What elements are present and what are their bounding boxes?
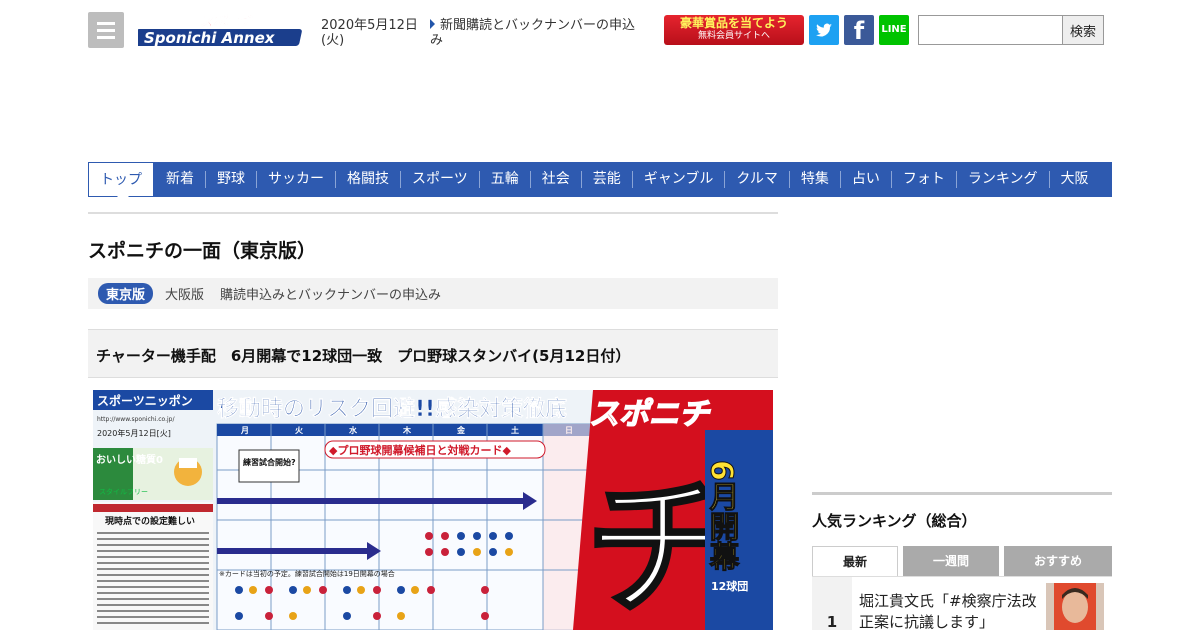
divider bbox=[88, 212, 778, 214]
ranking-tab-recommended[interactable]: おすすめ bbox=[1004, 546, 1112, 576]
front-headline: 移動時のリスク回避!!感染対策徹底 bbox=[217, 396, 567, 422]
front-page-image[interactable]: スポーツニッポン http://www.sponichi.co.jp/ 2020… bbox=[93, 390, 773, 630]
ranking-item[interactable]: 1 堀江貴文氏「#検察庁法改正案に抗議します」 bbox=[812, 576, 1112, 630]
ranking-title: 人気ランキング（総合） bbox=[812, 512, 977, 530]
side-note-text: 現時点での設定難しい bbox=[105, 515, 195, 527]
url-text: http://www.sponichi.co.jp/ bbox=[97, 416, 175, 423]
weekday-1: 火 bbox=[295, 426, 304, 435]
subscription-link[interactable]: 新聞購読とバックナンバーの申込み bbox=[430, 18, 645, 48]
edition-tab-osaka[interactable]: 大阪版 bbox=[165, 284, 204, 303]
sponichi-annex-logo[interactable]: スポニチ Sponichi Annex bbox=[138, 12, 308, 48]
global-nav: トップ 新着 野球 サッカー 格闘技 スポーツ 五輪 社会 芸能 ギャンブル クルマ 特集 占い フォトラ… bbox=[88, 162, 1112, 202]
twitter-bird-icon bbox=[816, 23, 832, 37]
nav-item-8[interactable]: 芸能 bbox=[580, 171, 632, 188]
nav-item-12[interactable]: 占い bbox=[839, 171, 891, 188]
nav-item-1[interactable]: 新着 bbox=[155, 171, 205, 188]
ranking-headline: 堀江貴文氏「#検察庁法改正案に抗議します」 bbox=[859, 592, 1037, 630]
prize-banner[interactable]: 豪華賞品を当てよう 無料会員サイトへ bbox=[664, 15, 804, 45]
weekday-2: 水 bbox=[348, 425, 358, 435]
nav-item-7[interactable]: 社会 bbox=[529, 171, 581, 188]
nav-item-9[interactable]: ギャンブル bbox=[631, 171, 725, 188]
subscription-link-label: 新聞購読とバックナンバーの申込み bbox=[430, 18, 636, 48]
nav-item-15[interactable]: 大阪 bbox=[1048, 171, 1100, 188]
nav-item-4[interactable]: 格闘技 bbox=[335, 171, 400, 188]
facebook-share-button[interactable]: f bbox=[844, 15, 874, 45]
nav-item-13[interactable]: フォト bbox=[890, 171, 956, 188]
date-line-2: (火) bbox=[321, 33, 345, 48]
logo-top-text: スポニチ bbox=[200, 14, 253, 30]
article-headline: チャーター機手配 6月開幕で12球団一致 プロ野球スタンバイ(5月12日付） bbox=[88, 329, 778, 378]
ranking-thumbnail bbox=[1046, 583, 1104, 630]
nav-item-2[interactable]: 野球 bbox=[205, 171, 256, 188]
nav-item-14[interactable]: ランキング bbox=[955, 171, 1049, 188]
calendar-note-text: ※カードは当初の予定。練習試合開始は19日開幕の場合 bbox=[219, 569, 395, 578]
vertical-headline-a: 6月開幕 bbox=[704, 460, 741, 571]
nav-item-3[interactable]: サッカー bbox=[256, 171, 335, 188]
prize-banner-title: 豪華賞品を当てよう bbox=[679, 16, 788, 30]
paper-date-text: 2020年5月12日[火] bbox=[97, 428, 171, 438]
nav-item-6[interactable]: 五輪 bbox=[478, 171, 530, 188]
weekday-4: 金 bbox=[456, 425, 466, 435]
weekday-0: 月 bbox=[240, 426, 249, 435]
search-input[interactable] bbox=[918, 15, 1063, 45]
brand-text: スポニチ bbox=[589, 397, 711, 432]
triangle-bullet-icon bbox=[430, 19, 435, 29]
weekday-3: 木 bbox=[402, 425, 412, 435]
line-share-button[interactable]: LINE bbox=[879, 15, 909, 45]
page: スポニチ Sponichi Annex 2020年5月12日 (火) 新聞購読と… bbox=[0, 0, 1200, 630]
twitter-share-button[interactable] bbox=[809, 15, 839, 45]
ranking-tabs: 最新 一週間 おすすめ bbox=[812, 546, 1112, 576]
edition-tab-tokyo[interactable]: 東京版 bbox=[98, 283, 154, 304]
ad-text: おいしい糖質0 bbox=[96, 453, 163, 466]
prize-banner-subtitle: 無料会員サイトへ bbox=[697, 31, 770, 41]
ad-small-text: スタイルフリー bbox=[99, 487, 148, 496]
schedule-banner-text: ◆プロ野球開幕候補日と対戦カード◆ bbox=[329, 443, 511, 457]
sidebar-divider bbox=[812, 492, 1112, 495]
hamburger-menu-button[interactable] bbox=[88, 12, 124, 48]
page-title: スポニチの一面（東京版） bbox=[88, 240, 317, 262]
search-button[interactable]: 検索 bbox=[1062, 15, 1104, 45]
practice-label-text: 練習試合開始? bbox=[243, 457, 296, 467]
logo-main-text: Sponichi Annex bbox=[144, 29, 276, 47]
edition-subnav: 東京版 大阪版 購読申込みとバックナンバーの申込み bbox=[88, 278, 778, 309]
weekday-5: 土 bbox=[511, 425, 519, 435]
nav-item-0[interactable]: トップ bbox=[88, 162, 154, 202]
masthead-text: スポーツニッポン bbox=[97, 393, 193, 408]
nav-item-10[interactable]: クルマ bbox=[724, 171, 789, 188]
facebook-f-icon: f bbox=[853, 17, 865, 45]
ranking-tab-week[interactable]: 一週間 bbox=[903, 546, 999, 576]
current-date: 2020年5月12日 (火) bbox=[321, 18, 421, 48]
date-line-1: 2020年5月12日 bbox=[321, 18, 418, 33]
subscribe-backnumber-link[interactable]: 購読申込みとバックナンバーの申込み bbox=[220, 284, 441, 303]
line-icon: LINE bbox=[881, 24, 907, 35]
ranking-tab-latest[interactable]: 最新 bbox=[812, 546, 898, 576]
ranking-number: 1 bbox=[812, 577, 852, 630]
front-page-graphic: スポーツニッポン http://www.sponichi.co.jp/ 2020… bbox=[93, 390, 773, 630]
vertical-headline-b: 12球団 bbox=[711, 579, 748, 593]
nav-item-5[interactable]: スポーツ bbox=[400, 171, 479, 188]
person-photo-icon bbox=[1046, 583, 1104, 630]
nav-item-11[interactable]: 特集 bbox=[788, 171, 840, 188]
